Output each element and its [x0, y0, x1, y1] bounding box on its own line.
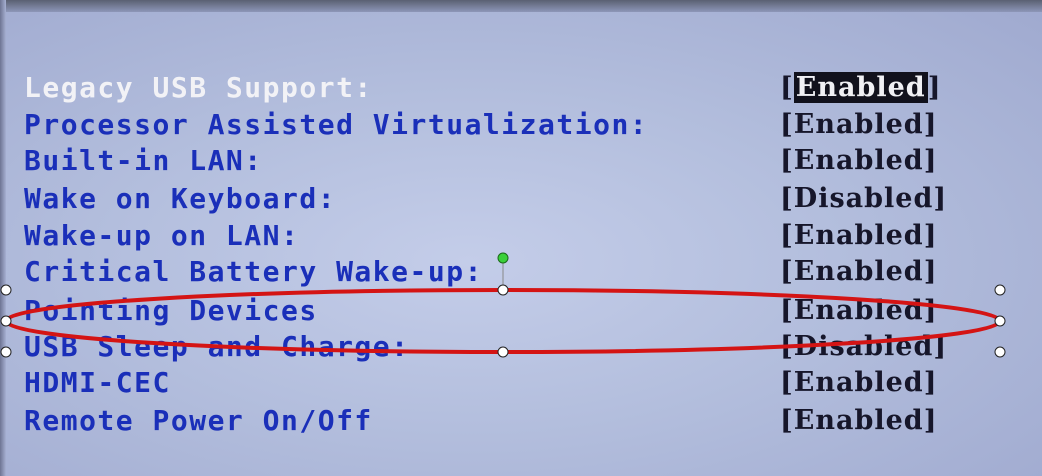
setting-value-text: Disabled — [793, 331, 934, 362]
setting-label: Wake on Keyboard: — [24, 182, 337, 215]
setting-usb-sleep-and-charge[interactable]: USB Sleep and Charge: [Disabled] — [0, 328, 1042, 366]
setting-value-text: Enabled — [793, 367, 924, 398]
setting-critical-battery-wake-up[interactable]: Critical Battery Wake-up: [Enabled] — [0, 253, 1042, 291]
setting-label: HDMI-CEC — [24, 366, 171, 399]
setting-value[interactable]: [Enabled] — [780, 217, 937, 255]
setting-label: Processor Assisted Virtualization: — [24, 108, 649, 141]
bios-settings-list: Legacy USB Support: [Enabled] Processor … — [0, 0, 1042, 476]
setting-label: Wake-up on LAN: — [24, 219, 300, 252]
setting-value[interactable]: [Enabled] — [780, 106, 937, 144]
setting-wake-on-keyboard[interactable]: Wake on Keyboard: [Disabled] — [0, 180, 1042, 218]
setting-label: Built-in LAN: — [24, 144, 263, 177]
setting-value-text: Enabled — [793, 109, 924, 140]
setting-label: Remote Power On/Off — [24, 404, 373, 437]
setting-value-text: Disabled — [793, 183, 934, 214]
setting-label: Pointing Devices — [24, 294, 318, 327]
setting-pointing-devices[interactable]: Pointing Devices [Enabled] — [0, 292, 1042, 330]
setting-legacy-usb-support[interactable]: Legacy USB Support: [Enabled] — [0, 69, 1042, 107]
setting-value-text: Enabled — [793, 256, 924, 287]
setting-value[interactable]: [Disabled] — [780, 328, 947, 366]
setting-value[interactable]: [Enabled] — [780, 292, 937, 330]
selected-value-highlight: Enabled — [793, 72, 928, 103]
setting-value-text: Enabled — [793, 405, 924, 436]
setting-value[interactable]: [Disabled] — [780, 180, 947, 218]
setting-value-text: Enabled — [793, 295, 924, 326]
setting-value[interactable]: [Enabled] — [780, 253, 937, 291]
setting-remote-power-on-off[interactable]: Remote Power On/Off [Enabled] — [0, 402, 1042, 440]
setting-value-text: Enabled — [793, 220, 924, 251]
setting-value[interactable]: [Enabled] — [780, 402, 937, 440]
setting-label: Legacy USB Support: — [24, 71, 373, 104]
setting-processor-assisted-virtualization[interactable]: Processor Assisted Virtualization: [Enab… — [0, 106, 1042, 144]
setting-value[interactable]: [Enabled] — [780, 364, 937, 402]
setting-label: USB Sleep and Charge: — [24, 330, 410, 363]
setting-label: Critical Battery Wake-up: — [24, 255, 483, 288]
setting-value[interactable]: [Enabled] — [780, 69, 941, 107]
setting-built-in-lan[interactable]: Built-in LAN: [Enabled] — [0, 142, 1042, 180]
setting-value-text: Enabled — [793, 145, 924, 176]
setting-value[interactable]: [Enabled] — [780, 142, 937, 180]
setting-wake-up-on-lan[interactable]: Wake-up on LAN: [Enabled] — [0, 217, 1042, 255]
setting-hdmi-cec[interactable]: HDMI-CEC [Enabled] — [0, 364, 1042, 402]
